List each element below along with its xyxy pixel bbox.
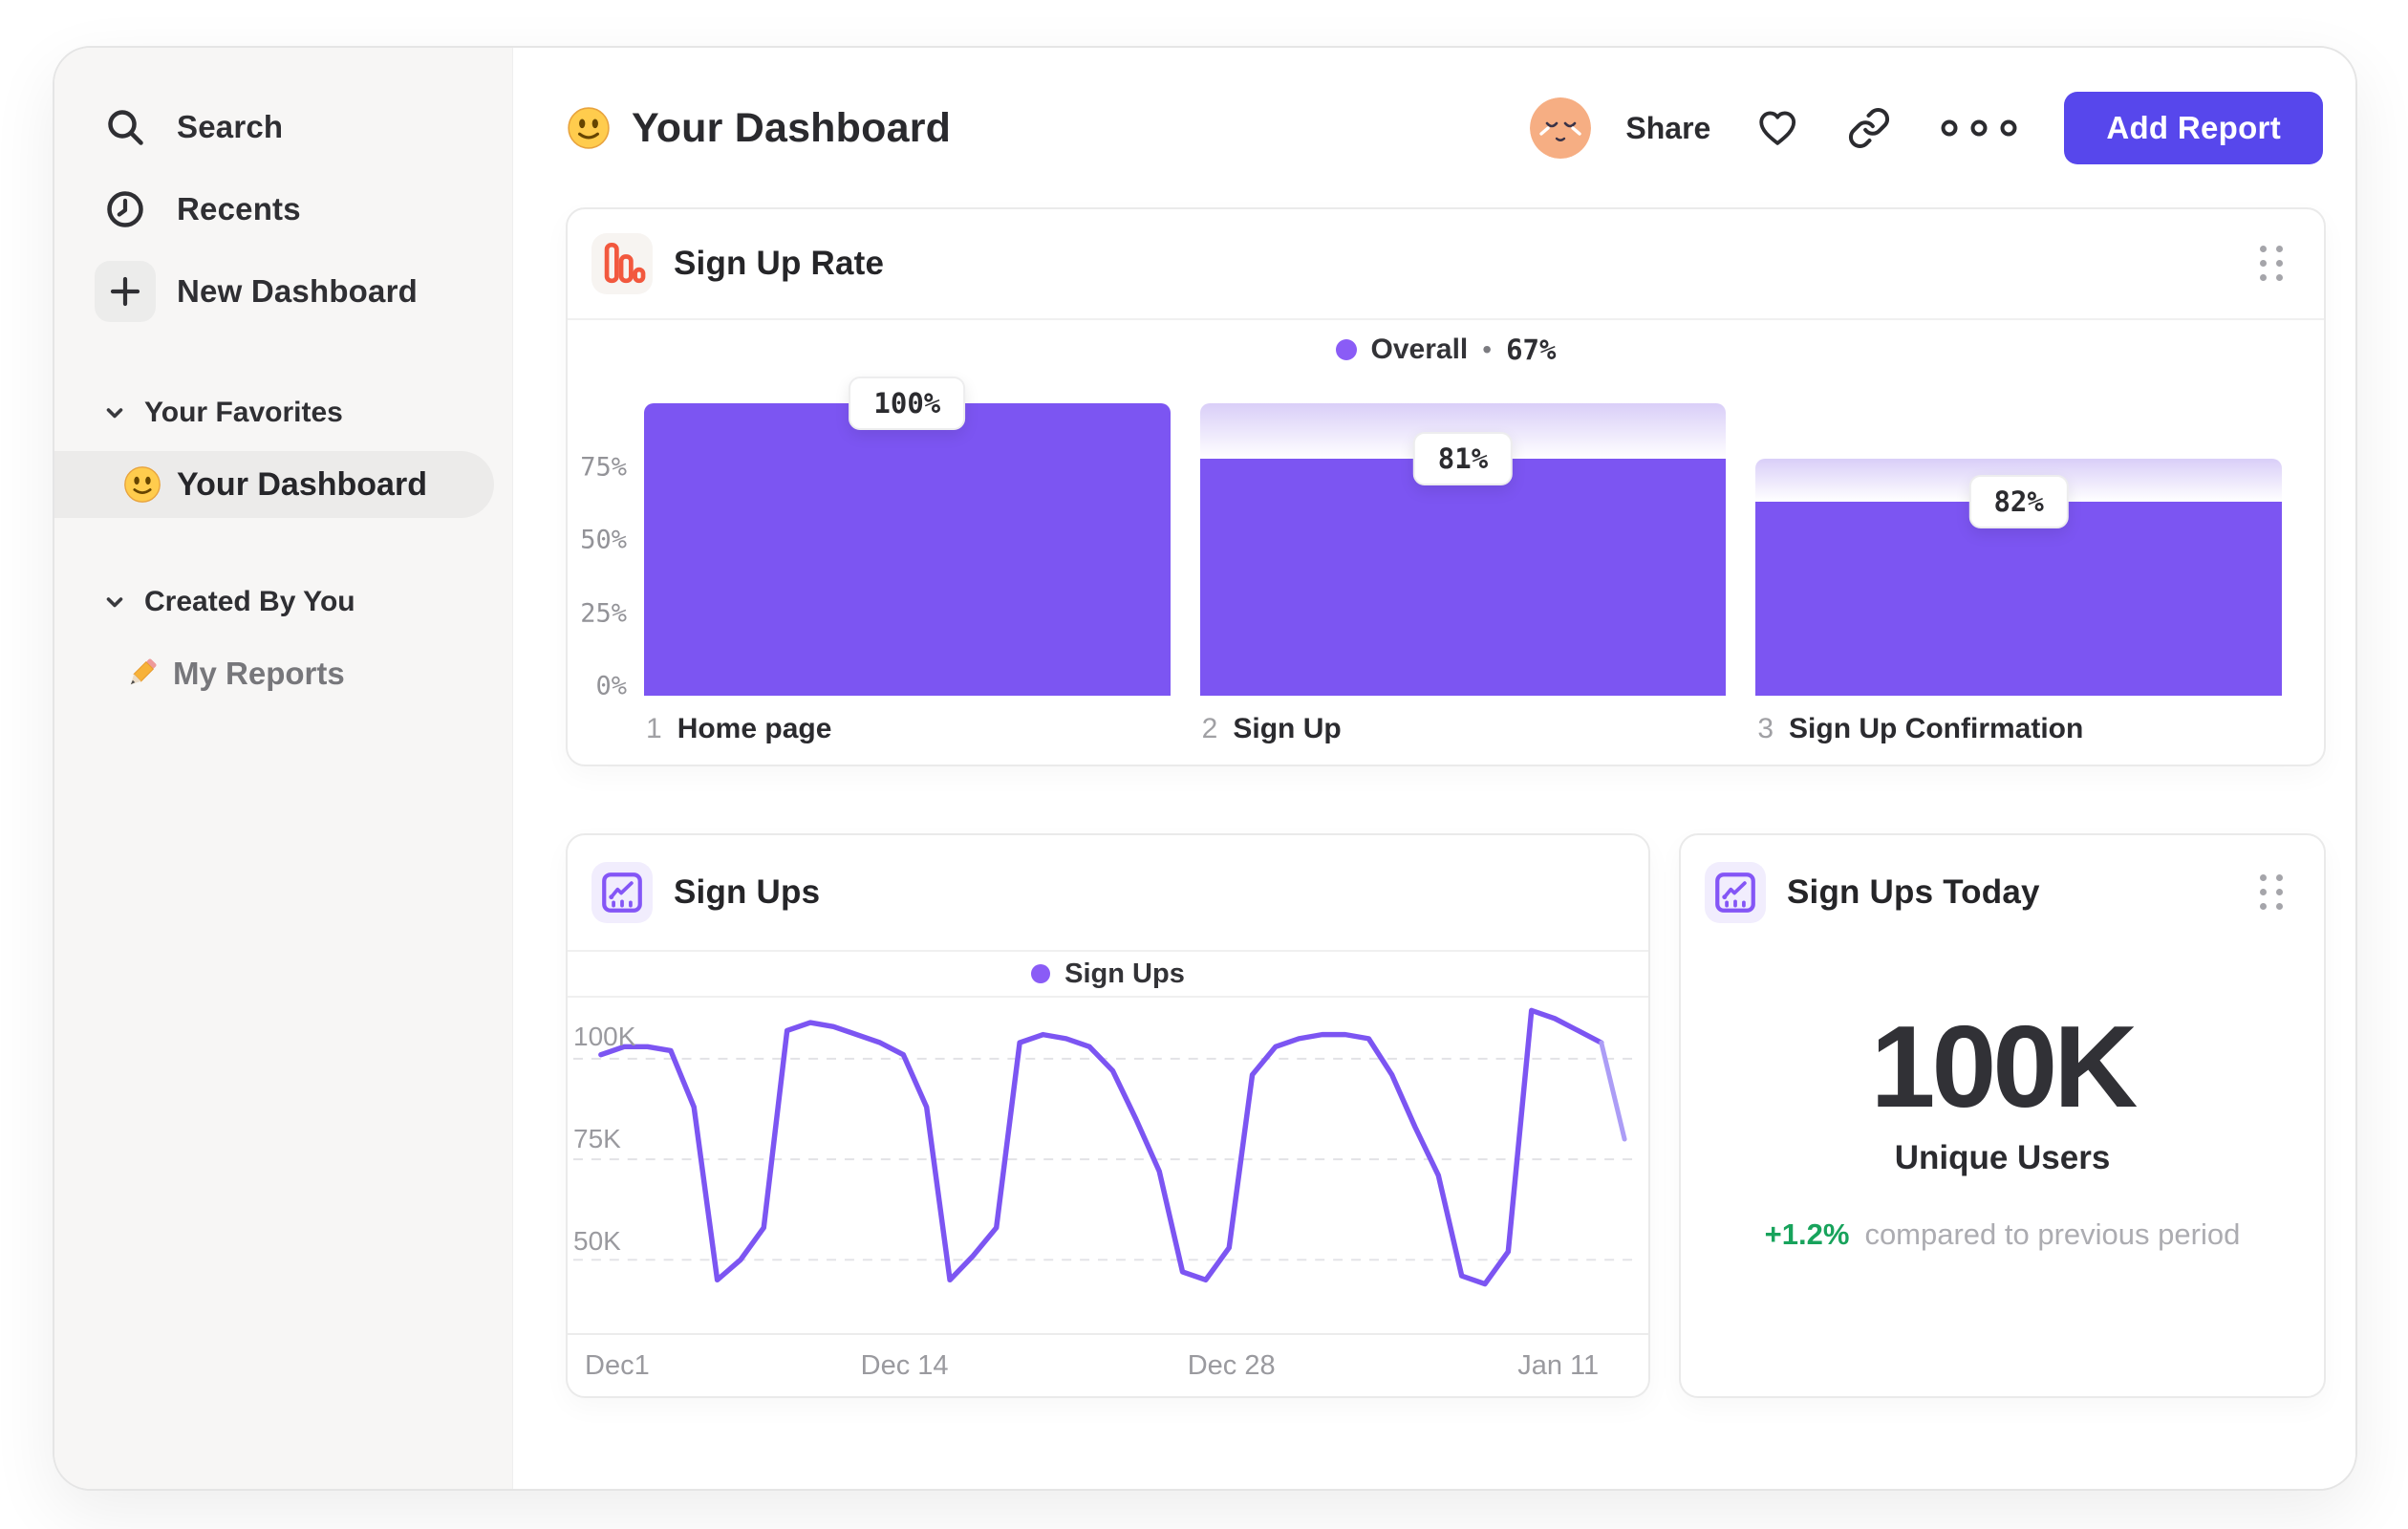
- sidebar-item-your-dashboard[interactable]: Your Dashboard: [54, 451, 494, 518]
- favorite-heart-icon[interactable]: [1752, 103, 1802, 153]
- plus-icon: [95, 261, 156, 322]
- signups-legend: Sign Ups: [568, 952, 1648, 996]
- card-title: Sign Up Rate: [674, 245, 885, 282]
- sidebar-item-label: Search: [177, 109, 284, 144]
- funnel-step-label: 1 Home page: [646, 713, 832, 744]
- copy-link-icon[interactable]: [1844, 103, 1894, 153]
- metric-value: 100K: [1870, 1001, 2139, 1131]
- legend-series: Sign Ups: [1064, 958, 1185, 989]
- funnel-value-badge: 82%: [1968, 474, 2069, 528]
- signups-today-card: Sign Ups Today 100K Unique Users +1.2% c…: [1679, 833, 2326, 1398]
- metric-delta: +1.2%: [1764, 1217, 1850, 1252]
- signup-rate-card-header: Sign Up Rate: [568, 209, 2324, 318]
- chevron-down-icon: [102, 590, 127, 614]
- line-chart-icon: [591, 862, 653, 923]
- more-options-icon[interactable]: [1936, 103, 2022, 153]
- signups-x-axis: Dec1 Dec 14 Dec 28 Jan 11: [568, 1333, 1648, 1396]
- clock-icon: [95, 179, 156, 240]
- sidebar-item-search[interactable]: Search: [54, 86, 512, 168]
- signup-rate-card: Sign Up Rate Overall • 67% 0% 25% 50% 75% 1…: [566, 207, 2326, 766]
- section-your-favorites[interactable]: Your Favorites: [54, 382, 512, 443]
- legend-dot-icon: [1335, 339, 1357, 360]
- app-window: Search Recents New Dashboard Your Favori…: [53, 46, 2357, 1491]
- sidebar-item-label: Your Dashboard: [177, 465, 427, 503]
- share-button[interactable]: Share: [1625, 111, 1710, 146]
- section-title: Your Favorites: [144, 397, 343, 428]
- sidebar-item-label: Recents: [177, 191, 301, 226]
- signups-today-card-header: Sign Ups Today: [1681, 835, 2324, 950]
- add-report-button[interactable]: Add Report: [2064, 92, 2323, 164]
- line-chart-icon: [1705, 862, 1766, 923]
- avatar[interactable]: [1530, 97, 1592, 159]
- smiley-emoji-icon: [567, 106, 611, 150]
- legend-value: 67%: [1506, 334, 1557, 366]
- header-actions: Share Add Report: [1530, 92, 2323, 164]
- dashboard-header: Your Dashboard Share Add Report: [567, 90, 2323, 166]
- funnel-step-label: 2 Sign Up: [1201, 713, 1342, 744]
- funnel-plot: 0% 25% 50% 75% 100% 1 Home page 81% 2 Sign Up 82%…: [568, 377, 2324, 764]
- legend-separator: •: [1482, 334, 1493, 364]
- sidebar: Search Recents New Dashboard Your Favori…: [54, 48, 513, 1489]
- section-title: Created By You: [144, 586, 355, 617]
- funnel-columns: 100% 1 Home page 81% 2 Sign Up 82% 3 Sign Up Con…: [644, 377, 2283, 744]
- sidebar-item-recents[interactable]: Recents: [54, 168, 512, 250]
- signups-card-header: Sign Ups: [568, 835, 1648, 950]
- legend-dot-icon: [1031, 964, 1051, 983]
- pencil-emoji-icon: [123, 656, 160, 692]
- smiley-emoji-icon: [123, 465, 161, 504]
- search-icon: [95, 97, 156, 158]
- card-title: Sign Ups Today: [1787, 873, 2040, 911]
- funnel-bar-1: 100% 1 Home page: [644, 377, 1171, 744]
- funnel-step-label: 3 Sign Up Confirmation: [1757, 713, 2084, 744]
- page-title-wrap: Your Dashboard: [567, 105, 951, 152]
- metric-delta-row: +1.2% compared to previous period: [1765, 1217, 2241, 1252]
- legend-series: Overall: [1370, 334, 1469, 365]
- funnel-value-badge: 81%: [1412, 432, 1514, 486]
- funnel-legend: Overall • 67%: [568, 320, 2324, 379]
- funnel-value-badge: 100%: [849, 377, 966, 430]
- funnel-bar-2: 81% 2 Sign Up: [1199, 403, 1727, 744]
- sidebar-item-label: New Dashboard: [177, 273, 418, 309]
- bar-chart-icon: [591, 233, 653, 294]
- signups-line-chart: 100K 75K 50K: [568, 998, 1648, 1333]
- sidebar-item-my-reports[interactable]: My Reports: [54, 640, 512, 707]
- funnel-bar-3: 82% 3 Sign Up Confirmation: [1755, 403, 2283, 744]
- main-content: Your Dashboard Share Add Report Sign Up …: [513, 48, 2355, 1489]
- page: Search Recents New Dashboard Your Favori…: [0, 0, 2408, 1529]
- sidebar-item-new-dashboard[interactable]: New Dashboard: [54, 250, 512, 333]
- drag-handle-icon[interactable]: [2260, 874, 2284, 911]
- metric-label: Unique Users: [1894, 1139, 2111, 1177]
- section-created-by-you[interactable]: Created By You: [54, 571, 512, 633]
- signups-card: Sign Ups Sign Ups 100K 75K 50K Dec1 Dec 14 D…: [566, 833, 1650, 1398]
- card-title: Sign Ups: [674, 873, 821, 911]
- sidebar-item-label: My Reports: [173, 656, 345, 691]
- funnel-y-axis: 0% 25% 50% 75%: [580, 452, 627, 701]
- chevron-down-icon: [102, 400, 127, 425]
- metric-delta-note: compared to previous period: [1864, 1217, 2241, 1252]
- drag-handle-icon[interactable]: [2260, 246, 2284, 282]
- metric-body: 100K Unique Users +1.2% compared to prev…: [1681, 950, 2324, 1396]
- page-title: Your Dashboard: [632, 104, 952, 151]
